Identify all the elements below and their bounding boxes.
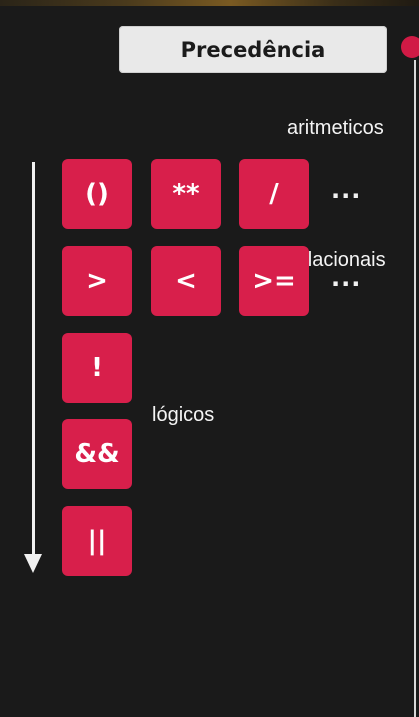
page-title: Precedência	[119, 26, 387, 73]
right-divider	[414, 60, 416, 717]
operator-key-greater: >	[62, 246, 132, 316]
operator-key-greater-equal: >=	[239, 246, 309, 316]
operator-key-divide: /	[239, 159, 309, 229]
operator-key-parentheses: ()	[62, 159, 132, 229]
operator-key-less: <	[151, 246, 221, 316]
more-ellipsis-arithmetic: ...	[331, 176, 362, 204]
down-arrow-icon	[24, 554, 42, 573]
operator-key-and: &&	[62, 419, 132, 489]
operator-key-not: !	[62, 333, 132, 403]
label-logical: lógicos	[152, 404, 215, 426]
operator-key-exponent: **	[151, 159, 221, 229]
precedence-arrow-line	[32, 162, 35, 557]
label-arithmetic: aritmeticos	[287, 117, 384, 139]
more-ellipsis-relational: ...	[331, 264, 362, 292]
top-edge-strip	[0, 0, 419, 6]
accent-dot	[401, 36, 419, 58]
operator-key-or: ||	[62, 506, 132, 576]
